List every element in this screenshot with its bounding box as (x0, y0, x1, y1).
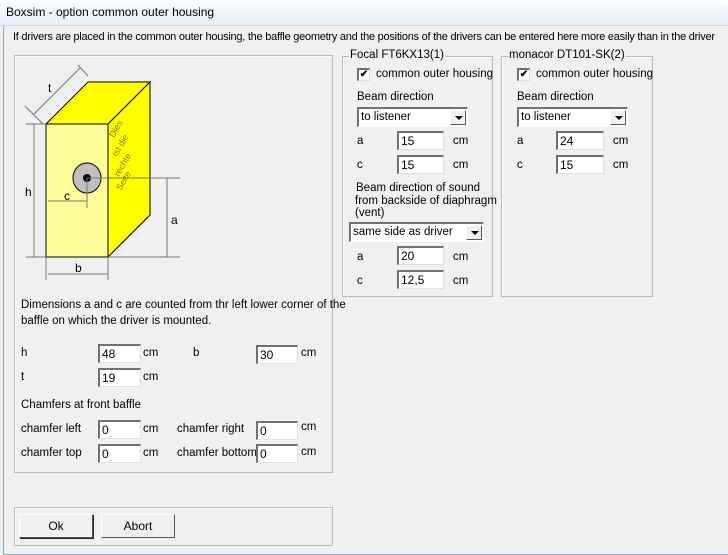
driver-2-beam-label: Beam direction (517, 91, 594, 103)
back-beam-line-3: (vent) (355, 207, 385, 219)
chamfer-left-input[interactable]: 0 (98, 420, 141, 439)
box-front-face (45, 123, 109, 258)
back-beam-line-2: from backside of diaphragm (355, 194, 497, 207)
driver-1-common-housing-checkbox[interactable]: ✔ (357, 68, 370, 81)
b-label: b (193, 347, 200, 359)
ok-button[interactable]: Ok (19, 514, 93, 538)
driver-1-beam-value: to listener (361, 111, 411, 123)
driver-2-common-housing-checkbox[interactable]: ✔ (517, 68, 530, 81)
label-c: c (64, 189, 70, 203)
driver-2-a-unit: cm (613, 135, 629, 147)
driver-2-a-input[interactable]: 24 (556, 131, 604, 150)
driver-1-back-beam-label: Beam direction of sound from backside of… (355, 182, 497, 220)
chamfer-left-label: chamfer left (21, 423, 82, 435)
driver-1-a-label: a (357, 135, 364, 147)
chamfers-title: Chamfers at front baffle (21, 399, 141, 411)
chevron-down-icon[interactable] (466, 225, 482, 240)
abort-button[interactable]: Abort (101, 514, 175, 538)
h-label: h (21, 347, 28, 359)
driver-1-name: Focal FT6KX13(1) (349, 49, 445, 61)
driver-2-a-label: a (517, 135, 524, 147)
t-input[interactable]: 19 (98, 368, 141, 387)
chamfer-bottom-unit: cm (301, 446, 317, 458)
chamfer-right-unit: cm (301, 421, 317, 433)
driver-1-back-c-unit: cm (453, 275, 469, 287)
t-label: t (21, 371, 25, 383)
driver-2-beam-value: to listener (521, 111, 571, 123)
t-unit: cm (143, 371, 159, 383)
driver-1-back-a-label: a (357, 251, 364, 263)
driver-1-back-c-input[interactable]: 12,5 (397, 270, 444, 289)
driver-2-c-input[interactable]: 15 (556, 155, 604, 174)
chamfer-top-unit: cm (143, 447, 159, 459)
label-t: t (48, 81, 52, 95)
driver-1-c-label: c (357, 159, 363, 171)
driver-2-name: monacor DT101-SK(2) (508, 49, 626, 61)
label-a: a (171, 213, 178, 227)
chamfer-right-label: chamfer right (177, 423, 245, 435)
driver-1-common-housing-label: common outer housing (376, 68, 493, 80)
h-unit: cm (143, 347, 159, 359)
back-beam-line-1: Beam direction of sound (356, 182, 481, 194)
driver-1-back-c-label: c (357, 275, 363, 287)
chevron-down-icon[interactable] (450, 110, 466, 125)
h-input[interactable]: 48 (98, 344, 141, 363)
driver-1-back-a-unit: cm (453, 251, 469, 263)
chamfer-bottom-input[interactable]: 0 (256, 444, 298, 463)
box-diagram: t h c a b Dies ist die rechte Seite (24, 64, 180, 280)
b-unit: cm (301, 347, 317, 359)
label-b: b (75, 261, 82, 275)
driver-1-beam-label: Beam direction (357, 91, 434, 103)
driver-1-back-beam-select[interactable]: same side as driver (349, 222, 484, 242)
driver-1-beam-select[interactable]: to listener (357, 107, 468, 127)
driver-1-back-a-input[interactable]: 20 (397, 246, 444, 265)
driver-1-a-input[interactable]: 15 (397, 131, 444, 150)
driver-1-back-beam-value: same side as driver (353, 226, 453, 238)
note-line-2: baffle on which the driver is mounted. (21, 315, 212, 327)
label-h: h (25, 185, 32, 199)
driver-2-c-label: c (517, 159, 523, 171)
chamfer-bottom-label: chamfer bottom (177, 447, 257, 459)
chamfer-right-input[interactable]: 0 (256, 421, 298, 440)
driver-1-a-unit: cm (453, 135, 469, 147)
chamfer-top-label: chamfer top (21, 447, 82, 459)
chamfer-left-unit: cm (143, 423, 159, 435)
window-title: Boxsim - option common outer housing (6, 5, 215, 19)
driver-2-c-unit: cm (613, 159, 629, 171)
chamfer-top-input[interactable]: 0 (98, 444, 141, 463)
driver-1-c-unit: cm (453, 159, 469, 171)
b-input[interactable]: 30 (256, 345, 298, 364)
driver-1-c-input[interactable]: 15 (397, 155, 444, 174)
driver-2-common-housing-label: common outer housing (536, 68, 653, 80)
chevron-down-icon[interactable] (610, 110, 626, 125)
driver-2-beam-select[interactable]: to listener (517, 107, 628, 127)
note-line-1: Dimensions a and c are counted from thr … (21, 299, 346, 311)
